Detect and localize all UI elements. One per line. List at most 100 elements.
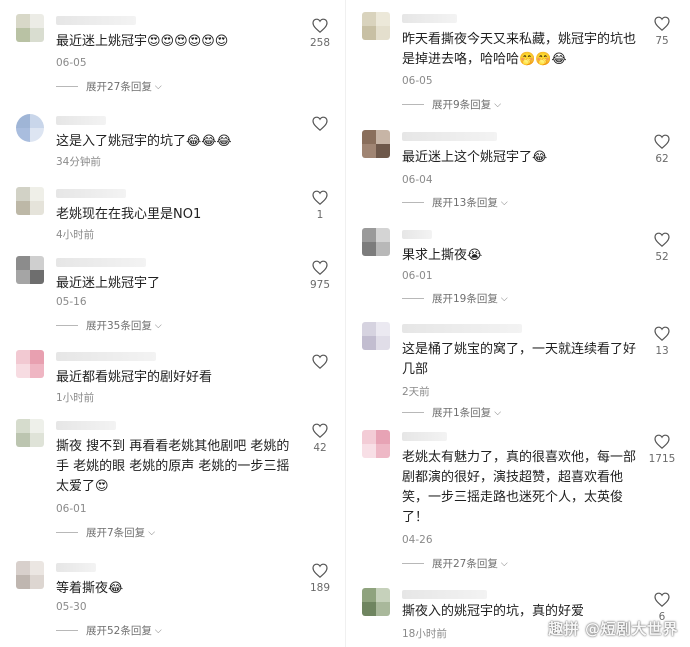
avatar[interactable] [16,350,44,378]
comment-text: 这是桶了姚宝的窝了，一天就连续看了好几部 [402,342,637,377]
avatar[interactable] [16,256,44,284]
comment-time: 18小时前 [402,628,447,640]
expand-replies-label: 展开7条回复 [86,527,146,539]
heart-icon [312,116,328,131]
username-blurred[interactable] [56,352,156,361]
avatar[interactable] [362,430,390,458]
like-count: 62 [655,153,669,165]
heart-icon [654,16,670,31]
chevron-down-icon: ⌵ [494,99,502,110]
expand-replies-label: 展开9条回复 [432,99,492,111]
heart-icon [312,563,328,578]
heart-icon [654,232,670,247]
expand-replies-button[interactable]: 展开1条回复 ⌵ [402,405,501,420]
expand-replies-button[interactable]: 展开52条回复 ⌵ [56,623,162,638]
watermark: 趣拼 @短剧大世界 [548,618,678,639]
expand-replies-label: 展开27条回复 [432,558,498,570]
watermark-prefix: 趣拼 [548,620,580,638]
expand-replies-label: 展开52条回复 [86,625,152,637]
expand-replies-label: 展开1条回复 [432,407,492,419]
heart-icon [654,592,670,607]
heart-icon [654,434,670,449]
like-button[interactable]: 189 [303,563,337,594]
avatar[interactable] [16,114,44,142]
like-count: 13 [655,345,669,357]
like-button[interactable]: 13 [645,326,679,357]
expand-replies-button[interactable]: 展开35条回复 ⌵ [56,318,162,333]
comment-time: 06-01 [56,503,87,515]
username-blurred[interactable] [402,590,487,599]
comment-time: 2天前 [402,386,430,398]
right-comment-column: 昨天看撕夜今天又来私藏，姚冠宇的坑也是掉进去咯，哈哈哈🤭🤭😂 06-05 展开9… [345,0,690,647]
comment-time: 1小时前 [56,392,95,404]
avatar[interactable] [362,588,390,616]
expand-replies-label: 展开35条回复 [86,320,152,332]
comment-time: 06-04 [402,174,433,186]
expand-replies-label: 展开19条回复 [432,293,498,305]
like-button[interactable]: 1715 [645,434,679,465]
chevron-down-icon: ⌵ [148,527,156,538]
like-count: 189 [309,582,331,594]
comment-time: 06-05 [56,57,87,69]
comment-text: 老姚现在在我心里是NO1 [56,207,202,222]
avatar[interactable] [16,419,44,447]
comment-text: 昨天看撕夜今天又来私藏，姚冠宇的坑也是掉进去咯，哈哈哈🤭🤭😂 [402,32,637,67]
like-count: 258 [309,37,331,49]
username-blurred[interactable] [56,116,106,125]
username-blurred[interactable] [402,132,497,141]
username-blurred[interactable] [56,563,96,572]
comment-time: 05-30 [56,601,87,613]
username-blurred[interactable] [402,14,457,23]
comment-text: 等着撕夜😂 [56,581,124,596]
avatar[interactable] [16,561,44,589]
like-button[interactable]: 975 [303,260,337,291]
like-button[interactable]: 52 [645,232,679,263]
like-count: 975 [309,279,331,291]
comment-text: 最近迷上姚冠宇😍😍😍😍😍😍 [56,34,229,49]
username-blurred[interactable] [402,432,447,441]
heart-icon [312,423,328,438]
avatar[interactable] [362,12,390,40]
expand-replies-button[interactable]: 展开27条回复 ⌵ [56,79,162,94]
comment-text: 最近都看姚冠宇的剧好好看 [56,370,213,385]
avatar[interactable] [362,130,390,158]
avatar[interactable] [16,14,44,42]
like-button[interactable] [303,116,337,131]
username-blurred[interactable] [56,189,126,198]
username-blurred[interactable] [56,258,146,267]
comment-text: 这是入了姚冠宇的坑了😂😂😂 [56,134,232,149]
like-count: 1 [316,209,324,221]
comment-text: 撕夜 搜不到 再看看老姚其他剧吧 老姚的手 老姚的眼 老姚的原声 老姚的一步三摇… [56,439,290,494]
like-button[interactable]: 62 [645,134,679,165]
like-button[interactable]: 258 [303,18,337,49]
chevron-down-icon: ⌵ [154,625,162,636]
username-blurred[interactable] [56,16,136,25]
comment-time: 4小时前 [56,229,95,241]
comment-text: 最近迷上姚冠宇了 [56,276,161,291]
expand-replies-button[interactable]: 展开19条回复 ⌵ [402,291,508,306]
username-blurred[interactable] [402,230,432,239]
chevron-down-icon: ⌵ [500,293,508,304]
left-comment-column: 最近迷上姚冠宇😍😍😍😍😍😍 06-05 展开27条回复 ⌵ 258 这是入了姚冠宇… [0,0,345,647]
expand-replies-button[interactable]: 展开13条回复 ⌵ [402,195,508,210]
chevron-down-icon: ⌵ [500,558,508,569]
chevron-down-icon: ⌵ [494,407,502,418]
expand-replies-button[interactable]: 展开9条回复 ⌵ [402,97,501,112]
like-button[interactable]: 1 [303,190,337,221]
expand-replies-button[interactable]: 展开27条回复 ⌵ [402,556,508,571]
like-button[interactable] [303,354,337,369]
username-blurred[interactable] [402,324,522,333]
like-button[interactable]: 75 [645,16,679,47]
username-blurred[interactable] [56,421,116,430]
comment-text: 最近迷上这个姚冠宇了😂 [402,150,548,165]
like-button[interactable]: 42 [303,423,337,454]
like-count: 42 [313,442,327,454]
avatar[interactable] [362,322,390,350]
expand-replies-button[interactable]: 展开7条回复 ⌵ [56,525,155,540]
like-count: 75 [655,35,669,47]
avatar[interactable] [362,228,390,256]
watermark-text: @短剧大世界 [584,620,678,638]
avatar[interactable] [16,187,44,215]
comment-time: 06-05 [402,75,433,87]
heart-icon [312,18,328,33]
